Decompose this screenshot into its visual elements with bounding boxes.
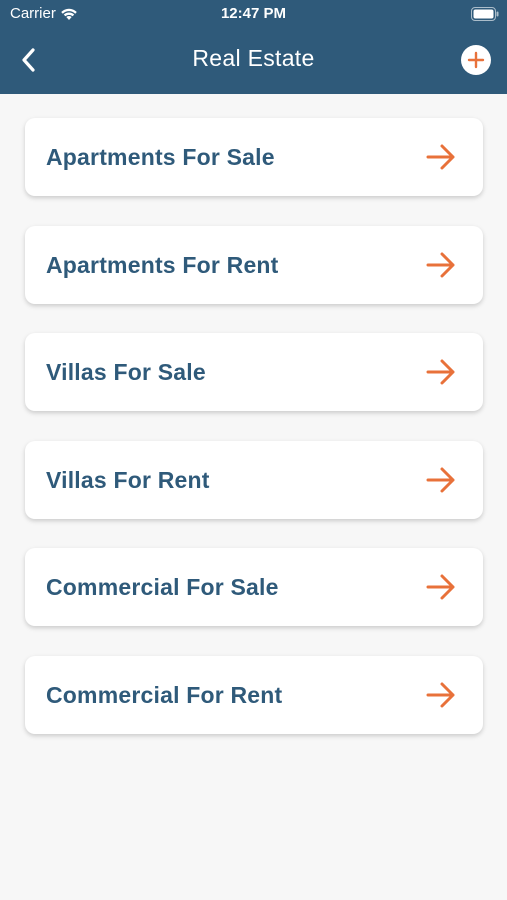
arrow-right-icon bbox=[426, 682, 455, 707]
arrow-right-icon bbox=[426, 252, 455, 277]
category-item-villas-for-sale[interactable]: Villas For Sale bbox=[25, 333, 483, 411]
category-label: Apartments For Sale bbox=[46, 144, 275, 170]
navigation-bar: Real Estate bbox=[0, 28, 507, 94]
status-time: 12:47 PM bbox=[220, 5, 287, 22]
add-button[interactable] bbox=[461, 45, 491, 75]
page-title: Real Estate bbox=[192, 45, 315, 71]
category-label: Apartments For Rent bbox=[46, 251, 279, 278]
battery-icon bbox=[471, 7, 499, 21]
category-label: Villas For Sale bbox=[46, 359, 206, 385]
category-item-apartments-for-sale[interactable]: Apartments For Sale bbox=[25, 118, 483, 196]
category-list: Apartments For Sale Apartments For Rent … bbox=[25, 118, 483, 763]
category-item-commercial-for-rent[interactable]: Commercial For Rent bbox=[25, 655, 483, 734]
category-label: Commercial For Sale bbox=[46, 574, 279, 600]
plus-circle-icon bbox=[467, 51, 485, 69]
category-label: Commercial For Rent bbox=[46, 681, 283, 708]
arrow-right-icon bbox=[426, 144, 455, 170]
status-bar: Carrier 12:47 PM bbox=[0, 0, 507, 28]
arrow-right-icon bbox=[426, 574, 455, 600]
arrow-right-icon bbox=[426, 359, 455, 385]
category-item-villas-for-rent[interactable]: Villas For Rent bbox=[25, 440, 483, 519]
category-label: Villas For Rent bbox=[46, 466, 210, 493]
category-item-commercial-for-sale[interactable]: Commercial For Sale bbox=[25, 548, 483, 626]
arrow-right-icon bbox=[426, 467, 455, 492]
category-item-apartments-for-rent[interactable]: Apartments For Rent bbox=[25, 225, 483, 304]
app-header: Carrier 12:47 PM Real Estate bbox=[0, 0, 507, 94]
